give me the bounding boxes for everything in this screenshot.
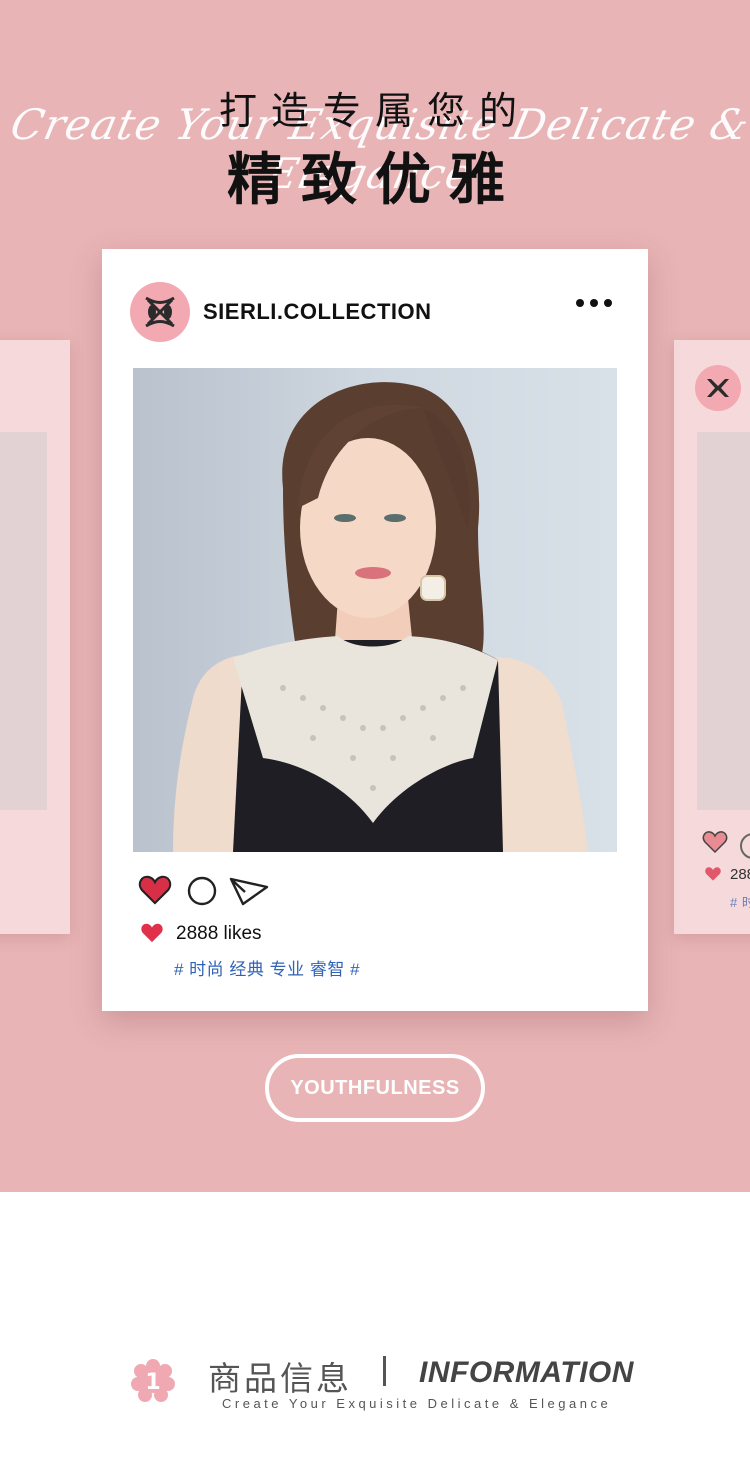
- product-photo: [133, 368, 617, 852]
- hashtags[interactable]: # 时尚 经典 专业 睿智 #: [174, 955, 360, 980]
- section-title-en: INFORMATION: [419, 1356, 634, 1389]
- heart-icon: [140, 922, 164, 949]
- brand-logo-icon[interactable]: [130, 282, 190, 342]
- number-flower-icon: 1: [130, 1358, 176, 1404]
- youthfulness-badge[interactable]: YOUTHFULNESS: [265, 1054, 485, 1122]
- likes-count: 288: [730, 866, 750, 883]
- heart-icon: [704, 866, 722, 887]
- likes-count: 2888 likes: [176, 923, 262, 944]
- title-divider: [383, 1356, 386, 1386]
- section-subtitle: Create Your Exquisite Delicate & Eleganc…: [222, 1396, 612, 1411]
- comment-icon: [740, 833, 750, 859]
- section-number: 1: [145, 1370, 160, 1395]
- side-card-image-placeholder: [697, 432, 750, 810]
- heart-icon[interactable]: [138, 874, 172, 911]
- more-options-icon[interactable]: [576, 299, 612, 307]
- account-name[interactable]: SIERLI.COLLECTION: [203, 299, 432, 325]
- post-card: SIERLI.COLLECTION 2888 likes # 时尚 经典 专业 …: [102, 249, 648, 1011]
- section-heading: 1 商品信息 INFORMATION Create Your Exquisite…: [0, 1340, 750, 1430]
- headline-line-1: 打造专属您的: [218, 89, 531, 133]
- hero-banner: Create Your Exquisite Delicate & Eleganc…: [0, 0, 750, 1192]
- hashtags: # 时: [730, 895, 750, 910]
- model-illustration: [173, 382, 588, 852]
- section-title-cn: 商品信息: [208, 1360, 352, 1397]
- heart-outline-icon: [702, 830, 728, 859]
- badge-label: YOUTHFULNESS: [290, 1076, 460, 1099]
- side-card-image-placeholder: [0, 432, 47, 810]
- comment-icon[interactable]: [187, 876, 217, 911]
- headline-line-2: 精致优雅: [227, 148, 523, 213]
- brand-logo-icon: [695, 365, 741, 411]
- post-actions: [138, 874, 278, 910]
- send-icon[interactable]: [229, 876, 269, 911]
- side-card-right: 288 # 时: [674, 340, 750, 934]
- side-card-left: [0, 340, 70, 934]
